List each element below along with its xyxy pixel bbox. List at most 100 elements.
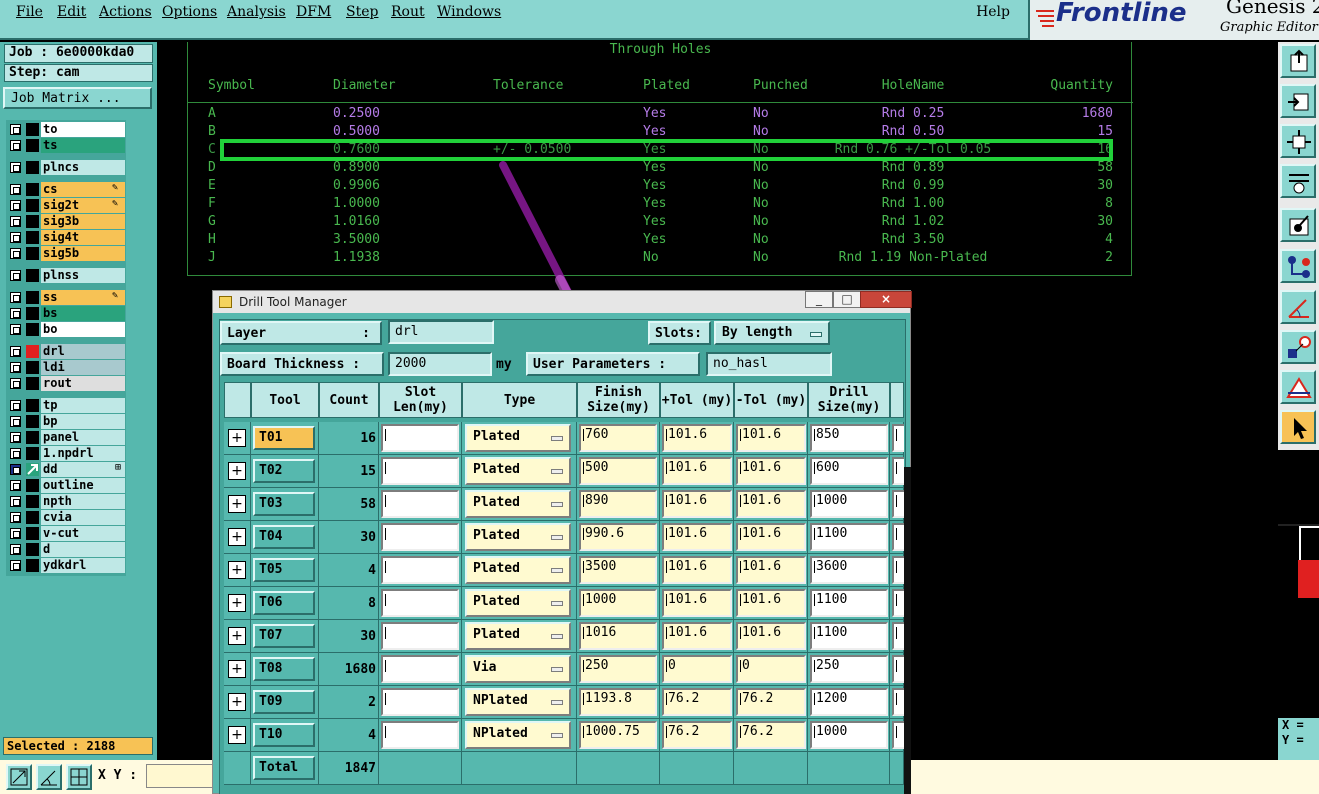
overflow-input[interactable]	[892, 622, 904, 650]
drill-size-input[interactable]: 850	[810, 424, 888, 452]
drill-size-input[interactable]: 1100	[810, 589, 888, 617]
layer-color-swatch[interactable]	[26, 495, 39, 508]
overflow-input[interactable]	[892, 490, 904, 518]
drill-size-input[interactable]: 3600	[810, 556, 888, 584]
tool-expand-button[interactable]: +	[228, 627, 246, 645]
tool-button[interactable]: T04	[253, 525, 315, 549]
layer-checkbox[interactable]	[10, 308, 21, 319]
layer-row[interactable]: ✎ cs	[8, 182, 126, 197]
layer-name[interactable]: ydkdrl	[41, 558, 125, 573]
tool-expand-button[interactable]: +	[228, 495, 246, 513]
drill-size-input[interactable]: 1100	[810, 622, 888, 650]
layer-color-swatch[interactable]	[26, 361, 39, 374]
slot-length-input[interactable]	[381, 523, 459, 551]
layer-row[interactable]: ✎ ss	[8, 290, 126, 305]
layer-checkbox[interactable]	[10, 544, 21, 555]
tool-button[interactable]: T06	[253, 591, 315, 615]
tool-expand-button[interactable]: +	[228, 594, 246, 612]
layer-color-swatch[interactable]	[26, 511, 39, 524]
layer-row[interactable]: ✎ sig2t	[8, 198, 126, 213]
finish-size-input[interactable]: 1000.75	[579, 721, 657, 749]
plus-tol-input[interactable]: 76.2	[662, 688, 732, 716]
menu-dfm[interactable]: DFM	[296, 4, 331, 20]
layer-row[interactable]: bo	[8, 322, 126, 337]
menu-actions[interactable]: Actions	[99, 4, 152, 20]
layer-color-swatch[interactable]	[26, 215, 39, 228]
finish-size-input[interactable]: 3500	[579, 556, 657, 584]
slot-length-input[interactable]	[381, 688, 459, 716]
minimize-button[interactable]: _	[805, 291, 833, 308]
maximize-button[interactable]: □	[833, 291, 861, 308]
menu-file[interactable]: File	[16, 4, 43, 20]
layer-button[interactable]	[1280, 84, 1316, 118]
layer-color-swatch[interactable]	[26, 247, 39, 260]
minus-tol-input[interactable]: 0	[736, 655, 806, 683]
layer-checkbox[interactable]	[10, 140, 21, 151]
overflow-input[interactable]	[892, 589, 904, 617]
layer-color-swatch[interactable]	[26, 291, 39, 304]
layer-color-swatch[interactable]	[26, 183, 39, 196]
layer-name[interactable]: v-cut	[41, 526, 125, 541]
tool-button[interactable]: T07	[253, 624, 315, 648]
menu-edit[interactable]: Edit	[57, 4, 86, 20]
layer-checkbox[interactable]	[10, 162, 21, 173]
tool-button[interactable]: T09	[253, 690, 315, 714]
layer-checkbox[interactable]	[10, 232, 21, 243]
layer-checkbox[interactable]	[10, 292, 21, 303]
zoom-fit-button[interactable]	[1280, 124, 1316, 158]
layer-row[interactable]: panel	[8, 430, 126, 445]
select-arrow-button[interactable]	[1280, 410, 1316, 444]
layer-name[interactable]: plnss	[41, 268, 125, 283]
plus-tol-input[interactable]: 101.6	[662, 424, 732, 452]
close-button[interactable]: ×	[860, 291, 912, 308]
overflow-input[interactable]	[892, 457, 904, 485]
layer-name[interactable]: panel	[41, 430, 125, 445]
minus-tol-input[interactable]: 101.6	[736, 589, 806, 617]
board-thickness-field[interactable]: 2000	[388, 352, 492, 376]
tool-button[interactable]: T02	[253, 459, 315, 483]
layer-checkbox[interactable]	[10, 362, 21, 373]
minus-tol-input[interactable]: 101.6	[736, 523, 806, 551]
layer-color-swatch[interactable]	[26, 559, 39, 572]
tool-expand-button[interactable]: +	[228, 693, 246, 711]
finish-size-input[interactable]: 500	[579, 457, 657, 485]
drc-button[interactable]	[1280, 370, 1316, 404]
job-matrix-button[interactable]: Job Matrix ...	[3, 87, 152, 109]
layer-row[interactable]: cvia	[8, 510, 126, 525]
user-parameters-button[interactable]: User Parameters :	[526, 352, 700, 376]
layer-checkbox[interactable]	[10, 432, 21, 443]
layer-checkbox[interactable]	[10, 124, 21, 135]
drill-size-input[interactable]: 1000	[810, 721, 888, 749]
layer-checkbox[interactable]	[10, 400, 21, 411]
pad-button[interactable]	[1280, 208, 1316, 242]
layer-checkbox[interactable]	[10, 378, 21, 389]
plus-tol-input[interactable]: 101.6	[662, 457, 732, 485]
plus-tol-input[interactable]: 101.6	[662, 589, 732, 617]
grid-button[interactable]	[66, 764, 92, 790]
layer-checkbox[interactable]	[10, 270, 21, 281]
layer-name[interactable]: rout	[41, 376, 125, 391]
import-button[interactable]	[1280, 44, 1316, 78]
layer-checkbox[interactable]	[10, 324, 21, 335]
layer-name[interactable]: plncs	[41, 160, 125, 175]
plus-tol-input[interactable]: 101.6	[662, 490, 732, 518]
menu-windows[interactable]: Windows	[437, 4, 501, 20]
layer-row[interactable]: bp	[8, 414, 126, 429]
minus-tol-input[interactable]: 101.6	[736, 556, 806, 584]
layer-checkbox[interactable]	[10, 480, 21, 491]
drill-size-input[interactable]: 600	[810, 457, 888, 485]
plus-tol-input[interactable]: 76.2	[662, 721, 732, 749]
layer-name[interactable]: dd	[41, 462, 125, 477]
slot-length-input[interactable]	[381, 589, 459, 617]
layer-row[interactable]: 1.npdrl	[8, 446, 126, 461]
layer-affected-icon[interactable]	[26, 463, 39, 476]
tool-expand-button[interactable]: +	[228, 462, 246, 480]
overflow-input[interactable]	[892, 523, 904, 551]
tool-button[interactable]: T08	[253, 657, 315, 681]
layer-checkbox[interactable]	[10, 216, 21, 227]
layer-checkbox[interactable]	[10, 248, 21, 259]
overflow-input[interactable]	[892, 655, 904, 683]
zoom-window-button[interactable]	[6, 764, 32, 790]
finish-size-input[interactable]: 250	[579, 655, 657, 683]
layer-row[interactable]: ts	[8, 138, 126, 153]
